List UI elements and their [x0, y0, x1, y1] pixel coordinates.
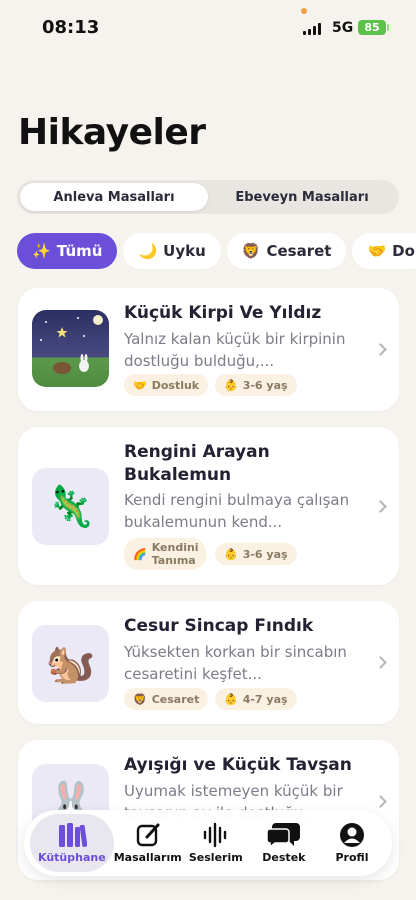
chevron-right-icon: [374, 500, 387, 513]
story-title: Cesur Sincap Fındık: [124, 616, 314, 636]
handshake-icon: 🤝: [367, 242, 387, 260]
page-title: Hikayeler: [18, 112, 206, 153]
tag-label: Cesaret: [151, 692, 200, 706]
library-icon: [57, 822, 87, 848]
story-title: Küçük Kirpi Ve Yıldız: [124, 303, 322, 323]
filter-chip-label: Tümü: [56, 242, 103, 260]
filter-chip-courage[interactable]: 🦁 Cesaret: [226, 233, 347, 269]
category-filter-bar: ✨ Tümü 🌙 Uyku 🦁 Cesaret 🤝 Do: [17, 233, 416, 269]
segment-anleva-masallari[interactable]: Anleva Masalları: [20, 183, 208, 211]
privacy-indicator-icon: [301, 8, 307, 14]
network-type: 5G: [332, 20, 354, 36]
chevron-right-icon: [374, 656, 387, 669]
tab-library[interactable]: Kütüphane: [30, 814, 114, 872]
tag-label: 3-6 yaş: [242, 547, 288, 561]
bottom-tab-bar: Kütüphane Masallarım Seslerim Destek Pro…: [24, 810, 392, 876]
chat-icon: [266, 822, 302, 849]
rainbow-icon: 🌈: [133, 547, 147, 561]
filter-chip-all[interactable]: ✨ Tümü: [17, 233, 118, 269]
cellular-signal-icon: [303, 22, 321, 35]
tab-label: Masallarım: [113, 851, 182, 864]
battery-tip: [387, 24, 389, 31]
handshake-icon: 🤝: [133, 378, 147, 392]
filter-chip-sleep[interactable]: 🌙 Uyku: [123, 233, 221, 269]
lion-icon: 🦁: [133, 692, 147, 706]
sparkles-icon: ✨: [32, 242, 51, 260]
story-description: Kendi rengini bulmaya çalışan bukalemunu…: [124, 491, 350, 531]
hedgehog-night-thumbnail: [32, 310, 109, 387]
tag-label: 3-6 yaş: [242, 378, 288, 392]
tag-label: Dostluk: [151, 378, 200, 392]
tab-label: Kütüphane: [37, 851, 106, 864]
baby-icon: 👶: [224, 547, 238, 561]
story-title: Rengini Arayan Bukalemun: [124, 442, 270, 485]
story-title: Ayışığı ve Küçük Tavşan: [124, 755, 352, 775]
tag-label: Kendini Tanıma: [151, 541, 199, 567]
tab-label: Destek: [262, 851, 306, 864]
battery-icon: 85: [358, 20, 386, 35]
tab-label: Profil: [335, 851, 369, 864]
story-tag-age: 👶 4-7 yaş: [215, 688, 297, 710]
tab-label: Seslerim: [188, 851, 243, 864]
story-card[interactable]: 🐿️ Cesur Sincap Fındık Yüksekten korkan …: [18, 601, 399, 724]
chameleon-thumbnail: 🦎: [32, 468, 109, 545]
story-description: Yüksekten korkan bir sincabın cesaretini…: [124, 643, 347, 683]
story-tag-age: 👶 3-6 yaş: [215, 374, 297, 396]
tab-my-voices[interactable]: Seslerim: [182, 814, 250, 872]
filter-chip-friendship[interactable]: 🤝 Do: [352, 233, 416, 269]
baby-icon: 👶: [224, 378, 238, 392]
moon-icon: 🌙: [138, 242, 158, 260]
battery-level: 85: [364, 21, 380, 34]
edit-icon: [135, 822, 161, 848]
story-tag-age: 👶 3-6 yaş: [215, 543, 297, 565]
tab-support[interactable]: Destek: [250, 814, 318, 872]
profile-icon: [339, 822, 365, 848]
filter-chip-label: Cesaret: [266, 242, 332, 260]
chevron-right-icon: [374, 795, 387, 808]
story-tag-theme: 🦁 Cesaret: [124, 688, 209, 710]
segment-ebeveyn-masallari[interactable]: Ebeveyn Masalları: [208, 183, 396, 211]
story-source-segmented-control: Anleva Masalları Ebeveyn Masalları: [17, 180, 399, 214]
tab-my-stories[interactable]: Masallarım: [114, 814, 182, 872]
status-bar: 08:13 5G 85: [0, 0, 416, 56]
story-tag-theme: 🤝 Dostluk: [124, 374, 209, 396]
tag-label: 4-7 yaş: [242, 692, 288, 706]
night-scene-illustration: [40, 315, 103, 374]
story-card[interactable]: 🦎 Rengini Arayan Bukalemun Kendi rengini…: [18, 427, 399, 585]
filter-chip-label: Do: [392, 242, 415, 260]
story-tag-theme: 🌈 Kendini Tanıma: [124, 538, 206, 570]
status-time: 08:13: [42, 17, 100, 38]
squirrel-thumbnail: 🐿️: [32, 625, 109, 702]
lion-icon: 🦁: [241, 242, 261, 260]
waveform-icon: [202, 822, 230, 848]
filter-chip-label: Uyku: [163, 242, 206, 260]
chevron-right-icon: [374, 343, 387, 356]
tab-profile[interactable]: Profil: [318, 814, 386, 872]
story-description: Yalnız kalan küçük bir kirpinin dostluğu…: [124, 330, 346, 370]
story-card[interactable]: Küçük Kirpi Ve Yıldız Yalnız kalan küçük…: [18, 288, 399, 411]
baby-icon: 👶: [224, 692, 238, 706]
